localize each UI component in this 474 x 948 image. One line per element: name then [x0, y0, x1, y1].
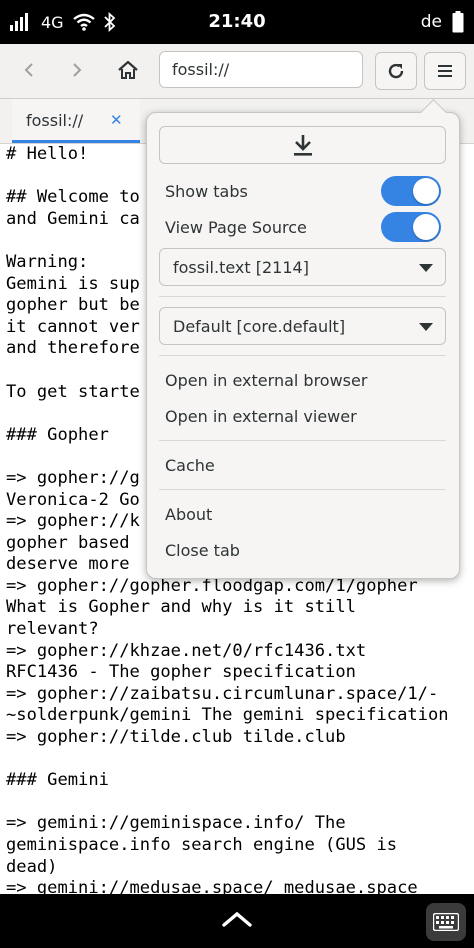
reload-button[interactable] [375, 52, 417, 90]
source-select[interactable]: fossil.text [2114] [159, 248, 446, 286]
content-line: ~solderpunk/gemini The gemini specificat… [6, 705, 449, 726]
content-line: ### Gemini [6, 770, 109, 791]
separator [159, 489, 446, 490]
style-select[interactable]: Default [core.default] [159, 307, 446, 345]
system-nav-bar [0, 894, 474, 948]
keyboard-icon [433, 913, 459, 931]
content-line: What is Gopher and why is it still [6, 597, 356, 618]
content-line[interactable]: => gopher://gopher.floodgap.com/1/gopher [6, 576, 474, 598]
url-input[interactable]: fossil:// [159, 51, 363, 88]
tab-close-icon[interactable]: ✕ [110, 111, 123, 129]
back-icon [24, 63, 33, 77]
browser-toolbar: fossil:// [0, 44, 474, 99]
show-tabs-label: Show tabs [165, 182, 248, 201]
home-button[interactable] [109, 50, 147, 90]
switch-knob [413, 178, 439, 204]
cache-item[interactable]: Cache [165, 456, 215, 475]
chevron-up-icon[interactable] [219, 907, 255, 931]
close-tab-item[interactable]: Close tab [165, 541, 240, 560]
view-source-switch[interactable] [381, 212, 441, 242]
status-bar: 4G 21:40 de [0, 0, 474, 44]
content-line[interactable]: => gopher://khzae.net/0/rfc1436.txt [6, 641, 474, 663]
keyboard-toggle-button[interactable] [426, 903, 466, 941]
about-item[interactable]: About [165, 505, 212, 524]
content-line: RFC1436 - The gopher specification [6, 662, 356, 683]
content-line: relevant? [6, 619, 99, 640]
download-icon [293, 135, 312, 156]
content-line[interactable]: => gopher://zaibatsu.circumlunar.space/1… [6, 684, 474, 706]
separator [159, 296, 446, 297]
switch-knob [413, 214, 439, 240]
main-menu-popover: Show tabs View Page Source fossil.text [… [146, 112, 460, 579]
content-line [6, 749, 474, 771]
clock: 21:40 [208, 11, 266, 32]
tab-fossil[interactable]: fossil:// ✕ [12, 99, 140, 143]
back-button[interactable] [10, 50, 48, 90]
download-button[interactable] [159, 126, 446, 164]
menu-button[interactable] [424, 52, 466, 90]
content-line [6, 792, 474, 814]
style-select-value: Default [core.default] [173, 317, 346, 336]
content-line[interactable]: => gemini://geminispace.info/ The [6, 813, 474, 835]
forward-icon [73, 63, 82, 77]
open-external-browser-item[interactable]: Open in external browser [165, 371, 367, 390]
open-external-viewer-item[interactable]: Open in external viewer [165, 407, 357, 426]
view-source-label: View Page Source [165, 218, 307, 237]
home-icon [118, 61, 138, 79]
forward-button[interactable] [58, 50, 96, 90]
content-line[interactable]: => gopher://tilde.club tilde.club [6, 727, 474, 749]
content-line[interactable]: => gemini://medusae.space/ medusae.space [6, 878, 474, 894]
source-select-value: fossil.text [2114] [173, 258, 309, 277]
content-line: geminispace.info search engine (GUS is [6, 835, 398, 855]
separator [159, 440, 446, 441]
dropdown-arrow-icon [419, 323, 433, 331]
tab-label: fossil:// [26, 111, 84, 130]
battery-icon [452, 11, 464, 33]
content-line: dead) [6, 856, 58, 877]
status-right: de [421, 0, 464, 44]
reload-icon [388, 63, 404, 79]
hamburger-menu-icon [438, 65, 452, 77]
dropdown-arrow-icon [419, 264, 433, 272]
keyboard-locale: de [420, 12, 442, 32]
separator [159, 355, 446, 356]
show-tabs-switch[interactable] [381, 176, 441, 206]
